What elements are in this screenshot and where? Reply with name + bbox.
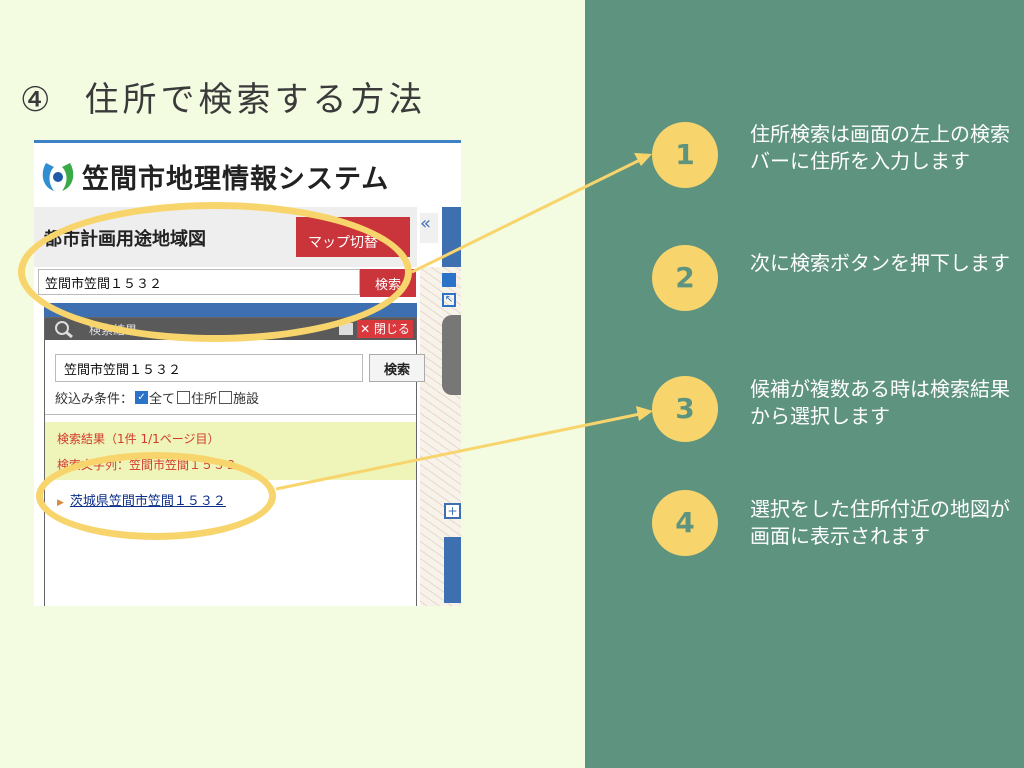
search-result-dialog: 検索結果 ✕ 閉じる 検索 絞込み条件： ✓ 全て 住所 施設 検索結果（1件 …: [44, 317, 425, 606]
tab-strip: [44, 303, 417, 317]
result-link-text[interactable]: 茨城県笠間市笠間１５３２: [70, 494, 226, 509]
app-title: 笠間市地理情報システム: [82, 164, 390, 195]
filter-address-checkbox[interactable]: [177, 390, 191, 404]
close-button[interactable]: ✕ 閉じる: [357, 320, 413, 338]
app-screenshot: 笠間市地理情報システム 都市計画用途地域図 マップ切替 « 検索 ↖ + 検索結…: [34, 140, 461, 606]
step-4-badge: 4: [652, 490, 718, 556]
filter-facility-checkbox[interactable]: [219, 390, 233, 404]
zoom-in-icon[interactable]: +: [444, 503, 461, 519]
arrow-nw-icon[interactable]: ↖: [442, 293, 456, 307]
filter-label: 絞込み条件：: [55, 391, 134, 407]
filter-all-label: 全て: [149, 391, 176, 407]
step-3-badge: 3: [652, 376, 718, 442]
dialog-header: 検索結果 ✕ 閉じる: [45, 318, 416, 340]
map-switch-button[interactable]: マップ切替: [296, 217, 410, 257]
zoom-slider[interactable]: [444, 537, 461, 603]
dialog-search-button[interactable]: 検索: [369, 354, 425, 382]
layer-checkbox-icon[interactable]: [442, 273, 456, 287]
step-2-text: 次に検索ボタンを押下します: [750, 251, 1010, 275]
search-icon: [55, 321, 73, 338]
address-search-input[interactable]: [38, 269, 360, 295]
dialog-title: 検索結果: [89, 323, 138, 337]
divider: [45, 414, 416, 415]
result-header: 検索結果（1件 1/1ページ目）: [57, 432, 220, 446]
minimize-button[interactable]: [339, 323, 353, 335]
city-logo-icon: [42, 163, 74, 191]
step-1-badge: 1: [652, 122, 718, 188]
slide-title-number: ④: [20, 80, 55, 120]
filter-all-checkbox[interactable]: ✓: [135, 390, 149, 404]
slide-title: ④ 住所で検索する方法: [20, 72, 426, 121]
map-name: 都市計画用途地域図: [44, 229, 206, 250]
step-3-text: 候補が複数ある時は検索結果から選択します: [750, 377, 1010, 428]
step-1-text: 住所検索は画面の左上の検索バーに住所を入力します: [750, 122, 1010, 173]
pan-control[interactable]: [442, 315, 461, 395]
result-link[interactable]: ▶ 茨城県笠間市笠間１５３２: [57, 490, 226, 509]
search-button[interactable]: 検索: [360, 269, 416, 297]
collapse-panel-icon[interactable]: «: [420, 213, 438, 243]
slide-title-text: 住所で検索する方法: [84, 80, 427, 120]
step-2-badge: 2: [652, 245, 718, 311]
filter-address-label: 住所: [191, 391, 218, 407]
bullet-icon: ▶: [57, 498, 64, 508]
step-4-text: 選択をした住所付近の地図が画面に表示されます: [750, 497, 1010, 548]
filter-facility-label: 施設: [233, 391, 260, 407]
app-header: 笠間市地理情報システム: [34, 143, 461, 207]
result-summary: 検索結果（1件 1/1ページ目） 検索文字列：笠間市笠間１５３２: [45, 422, 416, 480]
dialog-search-input[interactable]: [55, 354, 363, 382]
filter-row: 絞込み条件： ✓ 全て 住所 施設: [55, 388, 260, 407]
side-panel-tab[interactable]: [442, 207, 461, 267]
result-query: 検索文字列：笠間市笠間１５３２: [57, 458, 238, 472]
